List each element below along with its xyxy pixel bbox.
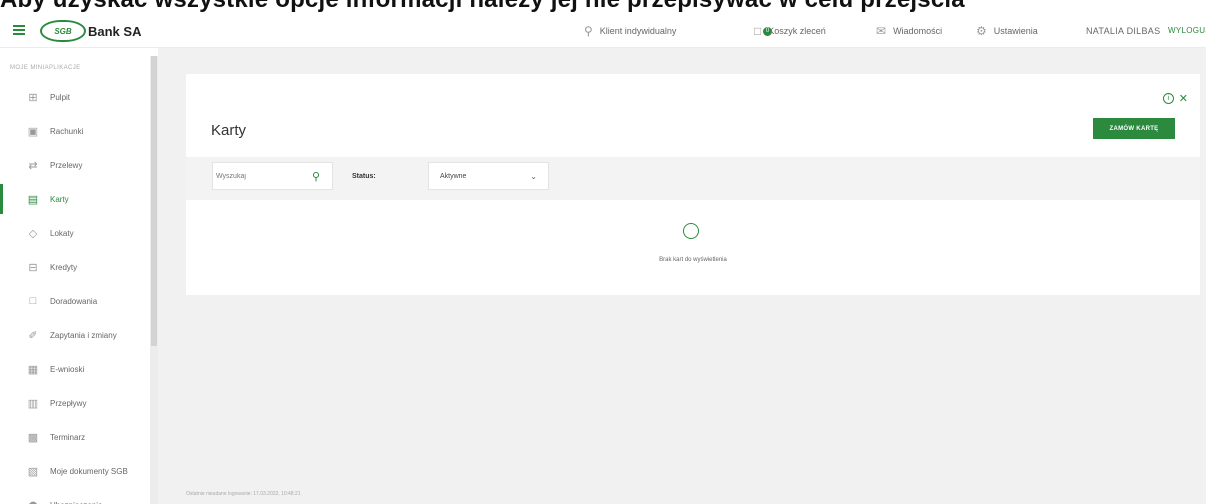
person-icon: ⚲ bbox=[584, 24, 593, 38]
sidebar-item-doradowania[interactable]: □ Doradowania bbox=[0, 286, 150, 316]
user-name[interactable]: NATALIA DILBAS bbox=[1086, 14, 1160, 48]
sidebar: MOJE MINIAPLIKACJE ⊞ Pulpit ▣ Rachunki ⇄ Prze… bbox=[0, 48, 150, 504]
nav-cart-label: Koszyk zleceń bbox=[768, 26, 826, 36]
umbrella-icon: ☂ bbox=[26, 499, 40, 504]
filter-bar: ⚲ Status: Aktywne ⌄ bbox=[186, 157, 1200, 200]
transfer-icon: ⇄ bbox=[28, 159, 38, 172]
cart-icon: □ 0 bbox=[754, 24, 772, 38]
app-header: SGB Bank SA ⚲ Klient indywidualny □ 0 Kos… bbox=[0, 14, 1206, 48]
sidebar-item-ubezpieczenia[interactable]: ☂ Ubezpieczenia bbox=[0, 490, 150, 504]
documents-icon: ▧ bbox=[27, 465, 39, 478]
sidebar-scrollbar[interactable] bbox=[150, 56, 158, 504]
sidebar-item-przep-ywy[interactable]: ▥ Przepływy bbox=[0, 388, 150, 418]
nav-messages[interactable]: ✉ Wiadomości bbox=[876, 14, 942, 48]
page-title: Karty bbox=[211, 122, 247, 139]
card-icon: ▤ bbox=[27, 193, 39, 206]
sidebar-item-e-wnioski[interactable]: ▦ E-wnioski bbox=[0, 354, 150, 384]
status-label: Status: bbox=[352, 173, 376, 180]
sidebar-item-karty[interactable]: ▤ Karty bbox=[0, 184, 150, 214]
deposit-icon: ◇ bbox=[28, 227, 38, 240]
nav-messages-label: Wiadomości bbox=[893, 26, 943, 36]
cart-badge: 0 bbox=[763, 27, 772, 36]
cards-panel: i ✕ Karty ZAMÓW KARTĘ ⚲ Status: Aktywne … bbox=[186, 74, 1200, 295]
sidebar-item-zapytania-i-zmiany[interactable]: ✐ Zapytania i zmiany bbox=[0, 320, 150, 350]
sidebar-scrollbar-thumb[interactable] bbox=[151, 56, 157, 346]
mail-icon: ✉ bbox=[876, 24, 887, 38]
sidebar-item-label: Moje dokumenty SGB bbox=[50, 466, 128, 476]
status-select[interactable]: Aktywne ⌄ bbox=[428, 162, 549, 190]
close-icon[interactable]: ✕ bbox=[1179, 92, 1188, 105]
sidebar-item-label: Kredyty bbox=[50, 262, 78, 272]
nav-client-type[interactable]: ⚲ Klient indywidualny bbox=[584, 14, 676, 48]
panel-controls: i ✕ bbox=[1162, 92, 1188, 105]
nav-client-type-label: Klient indywidualny bbox=[599, 26, 677, 36]
sidebar-item-label: E-wnioski bbox=[50, 364, 85, 374]
accounts-icon: ▣ bbox=[27, 125, 39, 138]
sidebar-item-label: Karty bbox=[50, 194, 69, 204]
main-content: i ✕ Karty ZAMÓW KARTĘ ⚲ Status: Aktywne … bbox=[158, 48, 1206, 504]
sidebar-item-pulpit[interactable]: ⊞ Pulpit bbox=[0, 82, 150, 112]
sidebar-item-terminarz[interactable]: ▩ Terminarz bbox=[0, 422, 150, 452]
calendar-icon: ▩ bbox=[27, 431, 39, 444]
sidebar-item-label: Doradowania bbox=[50, 296, 98, 306]
nav-settings[interactable]: ⚙ Ustawienia bbox=[976, 14, 1038, 48]
banner-text: Aby uzyskać wszystkie opcje informacji n… bbox=[0, 0, 965, 14]
logo-mark-text: SGB bbox=[54, 26, 72, 36]
empty-state-icon bbox=[683, 223, 699, 239]
sidebar-item-label: Pulpit bbox=[50, 92, 71, 102]
sidebar-item-kredyty[interactable]: ⊟ Kredyty bbox=[0, 252, 150, 282]
sidebar-item-przelewy[interactable]: ⇄ Przelewy bbox=[0, 150, 150, 180]
credit-icon: ⊟ bbox=[28, 261, 38, 274]
request-icon: ✐ bbox=[28, 329, 38, 342]
logo-text: Bank SA bbox=[88, 23, 142, 39]
receipts-icon: ▥ bbox=[27, 397, 39, 410]
sidebar-item-moje-dokumenty-sgb[interactable]: ▧ Moje dokumenty SGB bbox=[0, 456, 150, 486]
sidebar-item-label: Przepływy bbox=[50, 398, 87, 408]
order-card-button[interactable]: ZAMÓW KARTĘ bbox=[1093, 118, 1175, 139]
sidebar-item-lokaty[interactable]: ◇ Lokaty bbox=[0, 218, 150, 248]
menu-icon[interactable] bbox=[13, 25, 25, 35]
advice-icon: □ bbox=[29, 295, 37, 307]
sidebar-item-label: Terminarz bbox=[50, 432, 86, 442]
chevron-down-icon: ⌄ bbox=[530, 171, 537, 181]
nav-settings-label: Ustawienia bbox=[993, 26, 1038, 36]
empty-state-text: Brak kart do wyświetlenia bbox=[659, 257, 727, 263]
sidebar-item-label: Lokaty bbox=[50, 228, 74, 238]
bank-logo[interactable]: SGB Bank SA bbox=[40, 20, 141, 42]
top-banner: Aby uzyskać wszystkie opcje informacji n… bbox=[0, 0, 1206, 14]
logo-mark: SGB bbox=[40, 20, 86, 42]
sidebar-item-label: Ubezpieczenia bbox=[50, 501, 102, 504]
sidebar-item-label: Zapytania i zmiany bbox=[50, 330, 117, 340]
status-select-value: Aktywne bbox=[440, 172, 467, 180]
search-icon[interactable]: ⚲ bbox=[312, 170, 320, 183]
last-login-info: Ostatnie nieudane logowanie: 17.03.2022,… bbox=[186, 491, 301, 497]
search-box[interactable]: ⚲ bbox=[212, 162, 333, 190]
gear-icon: ⚙ bbox=[976, 24, 987, 38]
sidebar-item-label: Przelewy bbox=[50, 160, 83, 170]
info-icon[interactable]: i bbox=[1162, 93, 1174, 104]
sidebar-item-label: Rachunki bbox=[50, 126, 84, 136]
dashboard-icon: ⊞ bbox=[28, 91, 38, 104]
nav-cart[interactable]: □ 0 Koszyk zleceń bbox=[754, 14, 826, 48]
application-icon: ▦ bbox=[27, 363, 39, 376]
sidebar-title: MOJE MINIAPLIKACJE bbox=[10, 65, 81, 71]
sidebar-item-rachunki[interactable]: ▣ Rachunki bbox=[0, 116, 150, 146]
search-input[interactable] bbox=[213, 172, 308, 180]
logout-link[interactable]: WYLOGUJ bbox=[1168, 14, 1206, 48]
